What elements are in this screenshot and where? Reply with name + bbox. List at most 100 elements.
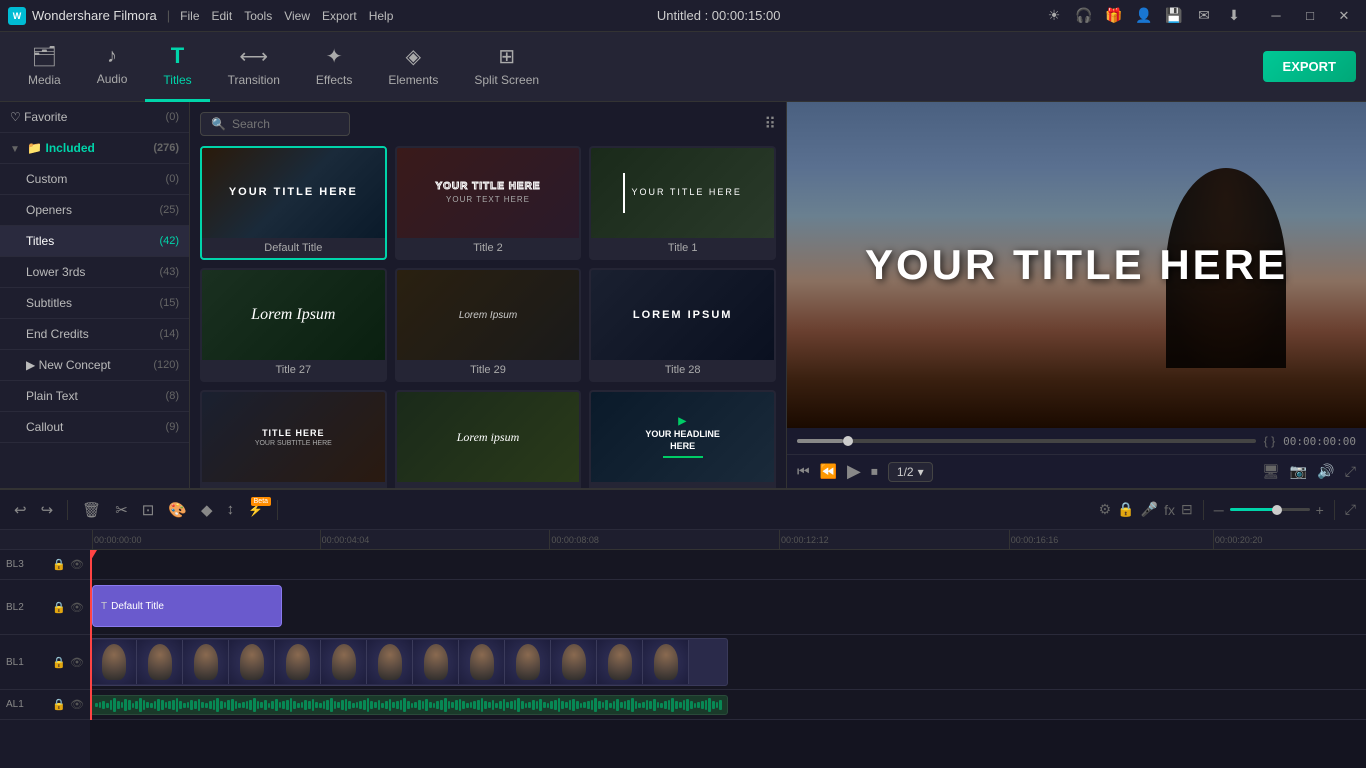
keyframe-button[interactable]: ◆	[197, 499, 217, 521]
export-button[interactable]: EXPORT	[1263, 51, 1356, 82]
title-card-b[interactable]: Lorem ipsum	[395, 390, 582, 488]
clip-video[interactable]: slowmcheetle	[90, 638, 728, 686]
delete-button[interactable]: 🗑	[78, 499, 105, 521]
gift-icon[interactable]: 🎁	[1104, 6, 1124, 26]
title-card-27[interactable]: Lorem Ipsum Title 27	[200, 268, 387, 382]
tl1-eye-icon[interactable]: 👁	[70, 656, 84, 669]
wave-bar	[334, 701, 337, 709]
zoom-slider[interactable]	[1230, 508, 1310, 511]
sidebar-item-custom[interactable]: Custom (0)	[0, 164, 189, 195]
grid-toggle-icon[interactable]: ⠿	[764, 114, 776, 134]
ai-button[interactable]: ⚡Beta	[244, 501, 267, 519]
sidebar-item-plain-text[interactable]: Plain Text (8)	[0, 381, 189, 412]
preview-playback-controls: ⏮ ⏪ ▶ ⏹ 1/2 ▾ 🖥 📷 🔊 ⤢	[787, 454, 1366, 488]
sidebar-titles-count: (42)	[159, 235, 179, 247]
toolbar-split-screen[interactable]: ⊞ Split Screen	[456, 32, 557, 102]
audio-clip[interactable]	[90, 695, 728, 715]
save-icon[interactable]: 💾	[1164, 6, 1184, 26]
stop-button[interactable]: ⏹	[871, 463, 878, 480]
download-icon[interactable]: ⬇	[1224, 6, 1244, 26]
menu-help[interactable]: Help	[369, 9, 394, 23]
zoom-out-icon[interactable]: ─	[1214, 502, 1224, 518]
progress-container[interactable]	[797, 439, 1256, 443]
monitor-icon[interactable]: 🖥	[1262, 463, 1280, 480]
menu-tools[interactable]: Tools	[244, 9, 272, 23]
title-card-1[interactable]: YOUR TITLE HERE Title 1	[589, 146, 776, 260]
maximize-button[interactable]: □	[1296, 2, 1324, 30]
menu-export[interactable]: Export	[322, 9, 357, 23]
play-button[interactable]: ▶	[847, 461, 861, 482]
wave-bar	[345, 699, 348, 711]
tl-settings-icon[interactable]: ⚙	[1099, 501, 1112, 518]
fullscreen-timeline-icon[interactable]: ⤢	[1345, 501, 1356, 518]
menu-view[interactable]: View	[284, 9, 310, 23]
sidebar-item-lower3rds[interactable]: Lower 3rds (43)	[0, 257, 189, 288]
tl1-lock-icon[interactable]: 🔒	[52, 656, 66, 669]
tl-fx-icon[interactable]: fx	[1164, 502, 1175, 518]
minimize-button[interactable]: ─	[1262, 2, 1290, 30]
close-button[interactable]: ✕	[1330, 2, 1358, 30]
toolbar-audio[interactable]: ♪ Audio	[79, 32, 146, 102]
clip-default-title[interactable]: T Default Title	[92, 585, 282, 627]
sidebar-item-callout[interactable]: Callout (9)	[0, 412, 189, 443]
tl-mic-icon[interactable]: 🎤	[1141, 501, 1158, 518]
fullscreen-icon[interactable]: ⤢	[1345, 463, 1356, 480]
sidebar-custom-label: Custom	[26, 172, 67, 186]
mail-icon[interactable]: ✉	[1194, 6, 1214, 26]
title-card-29[interactable]: Lorem Ipsum Title 29	[395, 268, 582, 382]
wave-bar	[525, 703, 528, 708]
camera-icon[interactable]: 📷	[1290, 463, 1307, 480]
wave-bar	[216, 698, 219, 712]
volume-icon[interactable]: 🔊	[1317, 463, 1334, 480]
wave-bar	[503, 699, 506, 711]
user-icon[interactable]: 👤	[1134, 6, 1154, 26]
al1-lock-icon[interactable]: 🔒	[52, 698, 66, 711]
sun-icon[interactable]: ☀	[1044, 6, 1064, 26]
search-box[interactable]: 🔍	[200, 112, 350, 136]
menu-file[interactable]: File	[180, 9, 199, 23]
frame-back-button[interactable]: ⏪	[820, 463, 837, 480]
person-silhouette-11	[562, 644, 586, 680]
title-card-a[interactable]: TITLE HERE YOUR SUBTITLE HERE	[200, 390, 387, 488]
page-selector[interactable]: 1/2 ▾	[888, 462, 933, 482]
tl3-lock-icon[interactable]: 🔒	[52, 558, 66, 571]
color-button[interactable]: 🎨	[164, 499, 191, 521]
tl-lock-icon[interactable]: 🔒	[1117, 501, 1134, 518]
sidebar-item-included[interactable]: ▼ 📁 Included (276)	[0, 133, 189, 164]
trim-button[interactable]: ↕	[223, 499, 239, 520]
title-card-2[interactable]: YOUR TITLE HEREYOUR TEXT HERE Title 2	[395, 146, 582, 260]
wave-bar	[488, 702, 491, 708]
al1-eye-icon[interactable]: 👁	[70, 698, 84, 711]
title-card-28[interactable]: LOREM IPSUM Title 28	[589, 268, 776, 382]
sidebar-item-titles[interactable]: Titles (42)	[0, 226, 189, 257]
crop-button[interactable]: ⊡	[138, 499, 159, 521]
toolbar-media[interactable]: 🗂 Media	[10, 32, 79, 102]
title-card-default[interactable]: YOUR TITLE HERE Default Title	[200, 146, 387, 260]
tl3-eye-icon[interactable]: 👁	[70, 558, 84, 571]
zoom-in-icon[interactable]: +	[1316, 502, 1324, 518]
sidebar-included-label: ▼ 📁 Included	[10, 141, 95, 155]
toolbar-titles[interactable]: T Titles	[145, 32, 209, 102]
sidebar-item-openers[interactable]: Openers (25)	[0, 195, 189, 226]
redo-button[interactable]: ↪	[37, 499, 58, 521]
sidebar-item-new-concept[interactable]: ▶ New Concept (120)	[0, 350, 189, 381]
page-number: 1/2	[897, 465, 914, 479]
toolbar-effects[interactable]: ✦ Effects	[298, 32, 370, 102]
sidebar-item-favorite[interactable]: ♡ Favorite (0)	[0, 102, 189, 133]
search-input[interactable]	[232, 117, 339, 131]
headset-icon[interactable]: 🎧	[1074, 6, 1094, 26]
sidebar-item-subtitles[interactable]: Subtitles (15)	[0, 288, 189, 319]
sidebar-item-end-credits[interactable]: End Credits (14)	[0, 319, 189, 350]
cut-button[interactable]: ✂	[111, 499, 132, 521]
wave-bar	[124, 699, 127, 711]
wave-bar	[624, 701, 627, 709]
tl2-eye-icon[interactable]: 👁	[70, 601, 84, 614]
tl-expand-icon[interactable]: ⊟	[1181, 501, 1193, 518]
step-back-button[interactable]: ⏮	[797, 463, 810, 480]
toolbar-elements[interactable]: ◈ Elements	[370, 32, 456, 102]
undo-button[interactable]: ↩	[10, 499, 31, 521]
title-card-c[interactable]: ▶ YOUR HEADLINEHERE	[589, 390, 776, 488]
toolbar-transition[interactable]: ⟷ Transition	[210, 32, 298, 102]
tl2-lock-icon[interactable]: 🔒	[52, 601, 66, 614]
menu-edit[interactable]: Edit	[212, 9, 233, 23]
